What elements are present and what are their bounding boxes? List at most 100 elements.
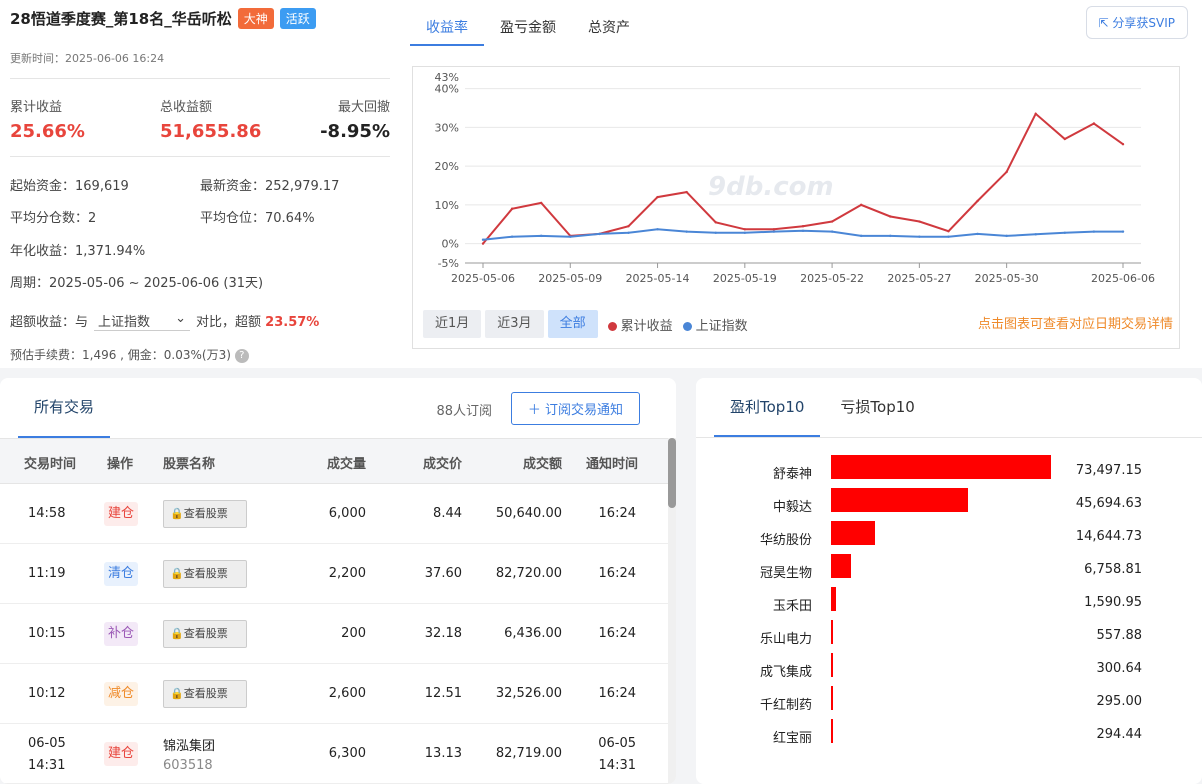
range-all-button[interactable]: 全部: [547, 310, 598, 338]
x-tick-label: 2025-05-19: [713, 272, 777, 285]
kpi-label: 累计收益: [10, 100, 63, 115]
col-stock: 股票名称: [163, 457, 216, 472]
start-capital: 起始资金：169,619: [10, 179, 129, 194]
help-icon[interactable]: ?: [234, 348, 249, 363]
subscribe-button[interactable]: ＋ 订阅交易通知: [510, 392, 640, 425]
lock-icon: 🔒: [170, 627, 184, 640]
x-tick-label: 2025-05-14: [626, 272, 690, 285]
view-stock-label: 查看股票: [183, 627, 228, 640]
trade-amount: 32,526.00: [495, 686, 562, 701]
data-point: [598, 232, 601, 236]
trade-time: 14:58: [28, 506, 66, 521]
return-chart[interactable]: 9db.com 2025-05-06 2025-05-09 2025-05-14 20…: [413, 67, 1179, 297]
data-point: [1063, 137, 1067, 141]
top10-row[interactable]: 舒泰神 73,497.15: [696, 455, 1202, 488]
view-stock-button[interactable]: 🔒查看股票: [163, 680, 247, 708]
table-header: 交易时间 操作 股票名称 成交量 成交价 成交额 通知时间: [0, 438, 668, 484]
top10-row[interactable]: 玉禾田 1,590.95: [696, 587, 1202, 620]
top10-bar: [831, 521, 875, 545]
range-1m-button[interactable]: 近1月: [423, 310, 482, 338]
watermark: 9db.com: [708, 172, 834, 202]
notify-time: 14:31: [598, 758, 636, 773]
view-stock-button[interactable]: 🔒查看股票: [163, 500, 247, 528]
top10-value: 295.00: [1096, 694, 1143, 709]
legend-cumulative[interactable]: 累计收益: [607, 315, 673, 334]
top10-stock-name: 中毅达: [772, 500, 812, 515]
range-3m-button[interactable]: 近3月: [485, 310, 544, 338]
data-point: [976, 199, 979, 203]
top10-row[interactable]: 千红制药 295.00: [696, 686, 1202, 719]
data-point: [859, 234, 863, 238]
fee-info: 预估手续费：1,496 , 佣金：0.03%(万3) ?: [10, 346, 249, 363]
notify-time: 16:24: [598, 626, 636, 641]
data-point: [627, 224, 630, 228]
top10-value: 557.88: [1096, 628, 1143, 643]
stock-name[interactable]: 锦泓集团: [163, 735, 215, 754]
lock-icon: 🔒: [170, 507, 184, 520]
trade-qty: 2,600: [328, 686, 366, 701]
data-point: [1092, 122, 1096, 125]
top10-row[interactable]: 华纺股份 14,644.73: [696, 521, 1202, 554]
scrollbar-thumb[interactable]: [668, 438, 676, 508]
view-stock-button[interactable]: 🔒查看股票: [163, 620, 247, 648]
notify-date: 06-05: [598, 736, 636, 751]
avg-position-ratio: 平均仓位：70.64%: [200, 211, 315, 226]
benchmark-select[interactable]: 上证指数 ⌄: [94, 311, 191, 331]
update-time: 更新时间：2025-06-06 16:24: [10, 52, 165, 65]
data-point: [976, 232, 979, 236]
x-tick-label: 2025-05-30: [975, 272, 1039, 285]
tab-profit-amount[interactable]: 盈亏金额: [484, 0, 572, 46]
subscriber-count: 88人订阅: [436, 404, 492, 419]
trade-price: 12.51: [424, 686, 462, 701]
tab-profit-top10[interactable]: 盈利Top10: [714, 378, 821, 437]
data-point: [772, 230, 776, 233]
annual-return: 年化收益：1,371.94%: [10, 244, 146, 259]
top10-stock-name: 冠昊生物: [759, 566, 812, 581]
top10-card: 盈利Top10 亏损Top10 舒泰神 73,497.15 中毅达 45,694.63…: [696, 378, 1202, 784]
top10-bar: [831, 719, 833, 743]
tab-all-trades[interactable]: 所有交易: [18, 378, 111, 438]
top10-row[interactable]: 红宝丽 294.44: [696, 719, 1202, 752]
excess-return: 超额收益：与 上证指数 ⌄ 对比，超额 23.57%: [10, 311, 319, 331]
data-point: [859, 203, 863, 207]
data-point: [889, 234, 892, 238]
top10-value: 14,644.73: [1075, 529, 1142, 544]
trade-amount: 6,436.00: [504, 626, 562, 641]
legend-dot: [682, 321, 692, 331]
y-tick-label: -5%: [438, 257, 459, 270]
top10-value: 294.44: [1096, 727, 1143, 742]
avg-positions: 平均分仓数：2: [10, 211, 97, 226]
data-point: [918, 235, 921, 238]
top10-row[interactable]: 成飞集成 300.64: [696, 653, 1202, 686]
view-stock-label: 查看股票: [183, 507, 228, 520]
share-button[interactable]: ⇱ 分享获SVIP: [1085, 6, 1188, 39]
chart-controls: 近1月 近3月 全部 累计收益 上证指数: [423, 310, 748, 338]
legend-dot: [607, 321, 617, 331]
data-point: [947, 235, 950, 238]
legend-index[interactable]: 上证指数: [682, 315, 748, 334]
top10-row[interactable]: 乐山电力 557.88: [696, 620, 1202, 653]
period: 周期：2025-05-06 ~ 2025-06-06 (31天): [10, 276, 264, 291]
trade-qty: 200: [341, 626, 366, 641]
chart-container[interactable]: 9db.com 2025-05-06 2025-05-09 2025-05-14 20…: [412, 66, 1180, 349]
data-point: [627, 231, 630, 234]
fee-text: 预估手续费：1,496 , 佣金：0.03%(万3): [10, 348, 231, 362]
tab-total-assets[interactable]: 总资产: [572, 0, 646, 46]
y-tick-label: 20%: [435, 160, 459, 173]
tab-return-rate[interactable]: 收益率: [410, 0, 484, 46]
data-point: [889, 215, 892, 218]
view-stock-label: 查看股票: [183, 687, 228, 700]
top10-stock-name: 华纺股份: [759, 533, 812, 548]
notify-time: 16:24: [598, 506, 636, 521]
view-stock-button[interactable]: 🔒查看股票: [163, 560, 247, 588]
trade-time: 14:31: [28, 758, 66, 773]
top10-row[interactable]: 冠昊生物 6,758.81: [696, 554, 1202, 587]
kpi-max-drawdown: 最大回撤 -8.95%: [320, 96, 390, 142]
data-point: [1121, 230, 1125, 233]
data-point: [1034, 233, 1037, 236]
top10-row[interactable]: 中毅达 45,694.63: [696, 488, 1202, 521]
data-point: [1005, 234, 1008, 238]
tab-loss-top10[interactable]: 亏损Top10: [824, 378, 930, 437]
chart-hint: 点击图表可查看对应日期交易详情: [977, 317, 1173, 332]
excess-mid: 对比，超额: [196, 315, 262, 330]
